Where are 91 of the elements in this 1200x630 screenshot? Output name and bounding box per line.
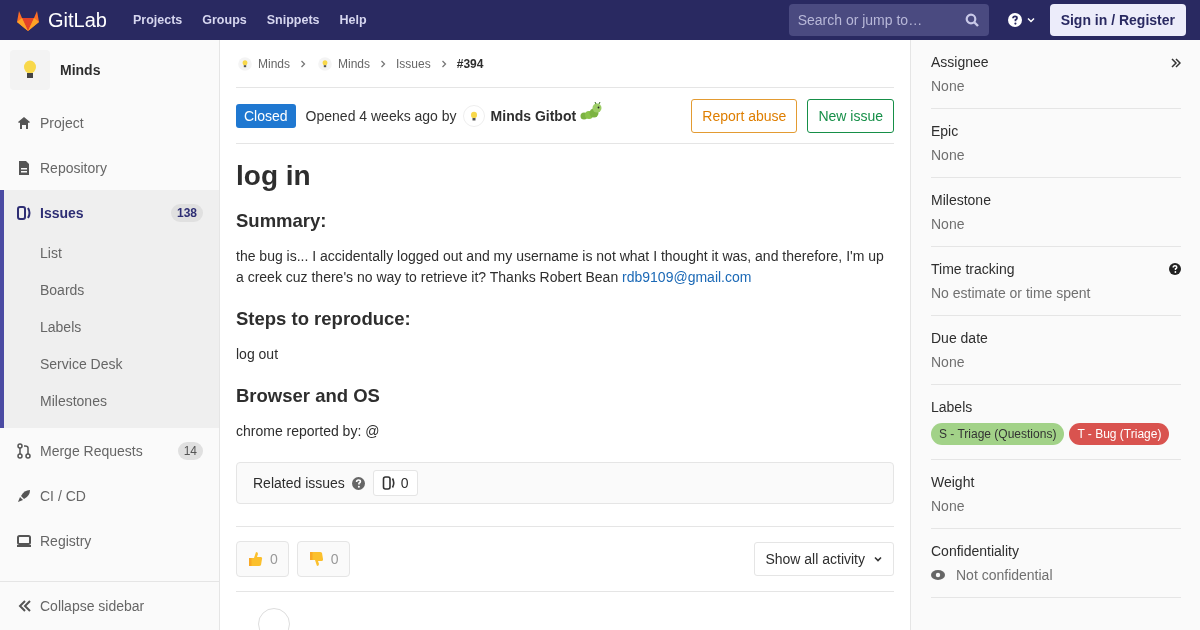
double-chevron-left-icon: [18, 599, 32, 613]
nav-link[interactable]: Groups: [202, 13, 247, 27]
count-badge: 138: [170, 203, 203, 222]
sidebar-item-label: Merge Requests: [40, 442, 144, 459]
caterpillar-icon: [580, 101, 603, 122]
email-link[interactable]: rdb9109@gmail.com: [622, 269, 752, 285]
block-value: None: [931, 354, 965, 370]
sidebar-item[interactable]: CI / CD: [0, 473, 219, 518]
block-value: Not confidential: [956, 567, 1053, 583]
block-title: Assignee: [931, 54, 989, 70]
sidebar-item[interactable]: Registry: [0, 518, 219, 563]
block-title: Time tracking: [931, 261, 1015, 277]
double-chevron-right-icon: [1171, 58, 1181, 68]
sign-in-button[interactable]: Sign in / Register: [1049, 4, 1186, 36]
section-text: the bug is... I accidentally logged out and my username is not what I thought it was, and therefore, I'm up a creek cuz there's no way to retrieve it? Thanks Robert Bean rdb9109@gmail.com: [236, 247, 885, 287]
sidebar-subitem[interactable]: Milestones: [4, 383, 219, 420]
sidebar-item-label: Project: [40, 114, 85, 131]
author-avatar-icon: [462, 104, 485, 127]
section-text: chrome reported by: @: [236, 422, 381, 441]
project-avatar-icon: [317, 56, 333, 71]
sidebar-item-label: Repository: [40, 159, 108, 176]
block-title: Weight: [931, 474, 975, 490]
sidebar-item-label: Registry: [40, 532, 93, 549]
author-link[interactable]: Minds Gitbot: [490, 107, 577, 124]
collapse-label: Collapse sidebar: [40, 598, 145, 614]
monitor-icon: [16, 532, 32, 549]
block-value: None: [931, 498, 965, 514]
sidebar-subitem[interactable]: Service Desk: [4, 346, 219, 383]
issues-icon: [381, 475, 396, 491]
count-badge: 14: [177, 441, 203, 460]
sidebar-item-label: CI / CD: [40, 487, 87, 504]
chevron-right-icon: [379, 59, 388, 68]
sidebar-subitem[interactable]: List: [4, 235, 219, 272]
sidebar-item[interactable]: Merge Requests 14: [0, 428, 219, 473]
related-count-badge: 0: [372, 470, 418, 496]
project-name[interactable]: Minds: [60, 62, 101, 78]
block-value: No estimate or time spent: [931, 285, 1091, 301]
help-icon: [1007, 13, 1022, 27]
opened-text: Opened 4 weeks ago by: [305, 107, 457, 124]
label-tag[interactable]: S - Triage (Questions): [931, 423, 1065, 445]
block-title: Milestone: [931, 192, 991, 208]
sidebar-item[interactable]: Project: [0, 100, 219, 145]
section-text: log out: [236, 345, 280, 364]
sidebar-subitem[interactable]: Labels: [4, 309, 219, 346]
caret-icon: [1025, 15, 1036, 25]
chevron-down-icon: [873, 554, 883, 564]
related-issues-title: Related issues: [253, 475, 345, 491]
new-issue-button[interactable]: New issue: [807, 98, 894, 133]
help-dropdown[interactable]: [1007, 13, 1036, 27]
block-value: None: [931, 147, 965, 163]
chevron-right-icon: [299, 59, 307, 68]
section-heading: Steps to reproduce:: [236, 308, 412, 330]
help-icon: [1169, 263, 1181, 275]
status-badge: Closed: [236, 103, 296, 128]
block-title: Due date: [931, 330, 988, 346]
brand-name[interactable]: GitLab: [48, 8, 107, 32]
breadcrumb-link[interactable]: Minds: [236, 54, 290, 73]
sidebar-item[interactable]: Issues 138: [4, 190, 219, 235]
merge-request-icon: [16, 442, 32, 459]
issues-icon: [16, 204, 32, 221]
block-title: Epic: [931, 123, 959, 139]
search-icon: [964, 13, 979, 27]
sidebar-item-label: Issues: [40, 204, 85, 221]
project-avatar-icon: [237, 56, 253, 71]
block-title: Confidentiality: [931, 543, 1019, 559]
eye-icon: [931, 570, 945, 580]
section-heading: Summary:: [236, 210, 328, 232]
block-value: None: [931, 78, 965, 94]
breadcrumb-link[interactable]: Minds: [316, 54, 371, 73]
house-icon: [16, 114, 32, 131]
section-heading: Browser and OS: [236, 385, 381, 407]
fox-logo-icon: [16, 9, 40, 31]
help-icon: [351, 476, 365, 490]
lightbulb-icon: [21, 59, 39, 81]
chevron-right-icon: [439, 59, 448, 68]
document-icon: [16, 159, 32, 176]
thumbs-up-icon: [247, 550, 264, 568]
nav-link[interactable]: Projects: [132, 13, 183, 27]
block-title: Labels: [931, 399, 973, 415]
activity-filter-dropdown[interactable]: Show all activity: [754, 542, 894, 576]
sidebar-subitem[interactable]: Boards: [4, 272, 219, 309]
nav-link[interactable]: Help: [339, 13, 367, 27]
label-tag[interactable]: T - Bug (Triage): [1069, 423, 1170, 445]
nav-link[interactable]: Snippets: [266, 13, 320, 27]
sidebar-item[interactable]: Repository: [0, 145, 219, 190]
breadcrumb-link[interactable]: #394: [456, 56, 484, 71]
search-field[interactable]: Search or jump to…: [788, 4, 989, 36]
block-value: None: [931, 216, 965, 232]
breadcrumb-link[interactable]: Issues: [396, 56, 431, 71]
thumbs-down-icon: [307, 550, 325, 568]
issue-title: log in: [236, 160, 312, 192]
